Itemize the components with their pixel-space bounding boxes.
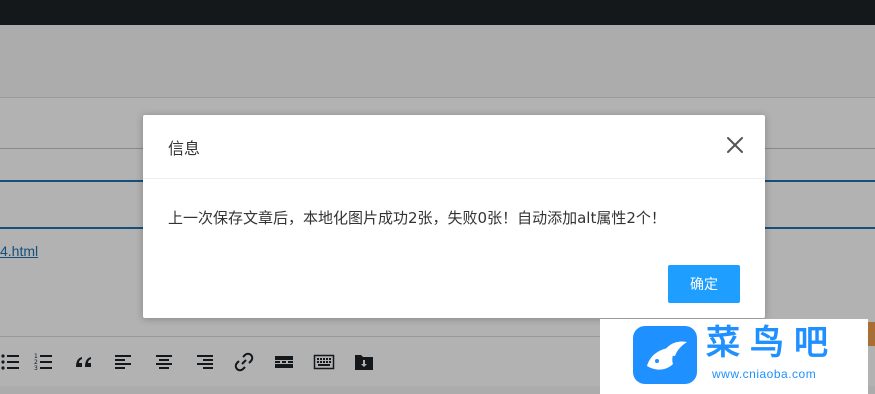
watermark-url: www.cniaoba.com (712, 367, 817, 381)
info-dialog: 信息 上一次保存文章后，本地化图片成功2张，失败0张！自动添加alt属性2个！ … (143, 115, 765, 318)
close-icon[interactable] (725, 135, 745, 155)
site-watermark: 菜鸟吧 www.cniaoba.com (600, 319, 868, 394)
confirm-button[interactable]: 确定 (668, 265, 740, 303)
dialog-title: 信息 (168, 139, 201, 158)
bird-logo-icon (633, 326, 697, 384)
dialog-message: 上一次保存文章后，本地化图片成功2张，失败0张！自动添加alt属性2个！ (168, 209, 666, 227)
dialog-header: 信息 (143, 115, 765, 179)
watermark-brand: 菜鸟吧 (706, 323, 838, 363)
